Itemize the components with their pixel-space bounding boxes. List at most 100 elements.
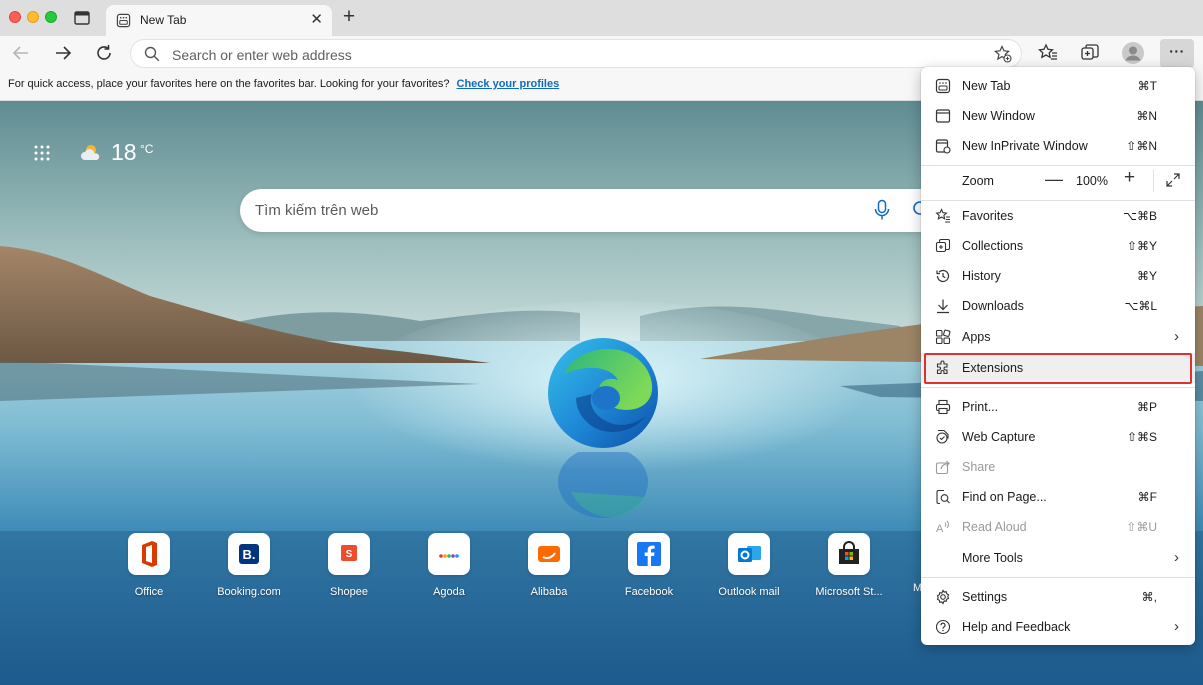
menu-item-label: Collections	[962, 239, 1024, 253]
maximize-window-button[interactable]	[45, 11, 57, 23]
svg-text:B.: B.	[243, 547, 256, 562]
back-arrow-icon[interactable]	[10, 42, 32, 64]
find-on-page-icon	[936, 489, 950, 505]
menu-item-label: Find on Page...	[962, 490, 1047, 504]
menu-item-label: Apps	[962, 330, 991, 344]
read-aloud-icon: A	[936, 520, 949, 535]
download-icon	[937, 299, 949, 314]
inprivate-window-icon	[935, 139, 951, 154]
menu-item-read-aloud[interactable]: A Read Aloud ⇧⌘U	[921, 512, 1195, 542]
favorites-icon[interactable]	[1037, 42, 1059, 64]
menu-item-label: New InPrivate Window	[962, 139, 1088, 153]
menu-item-more-tools[interactable]: More Tools ›	[921, 543, 1195, 573]
menu-item-label: Settings	[962, 590, 1008, 604]
menu-item-new-inprivate-window[interactable]: New InPrivate Window ⇧⌘N	[921, 131, 1195, 161]
apps-launcher-icon[interactable]	[33, 144, 51, 162]
close-window-button[interactable]	[9, 11, 21, 23]
refresh-icon[interactable]	[93, 42, 115, 64]
shopee-icon: S	[328, 533, 370, 575]
collections-icon[interactable]	[1079, 42, 1101, 64]
menu-separator	[921, 577, 1195, 578]
forward-arrow-icon[interactable]	[52, 42, 74, 64]
share-icon	[935, 460, 950, 475]
search-icon	[144, 46, 160, 62]
new-tab-icon	[935, 78, 951, 94]
zoom-out-button[interactable]: —	[1045, 169, 1063, 190]
menu-item-shortcut: ⌘N	[1136, 109, 1157, 123]
menu-item-help-and-feedback[interactable]: Help and Feedback ›	[921, 612, 1195, 642]
menu-item-label: New Window	[962, 109, 1035, 123]
menu-item-find-on-page[interactable]: Find on Page... ⌘F	[921, 482, 1195, 512]
quick-link-microsoft-store[interactable]: Microsoft St...	[799, 533, 899, 598]
quick-link-office[interactable]: Office	[99, 533, 199, 598]
menu-item-label: Help and Feedback	[962, 620, 1071, 634]
menu-item-collections[interactable]: Collections ⇧⌘Y	[921, 231, 1195, 261]
address-bar[interactable]: Search or enter web address	[130, 39, 1022, 68]
fullscreen-expand-icon[interactable]	[1165, 172, 1181, 188]
print-icon	[935, 399, 951, 415]
profile-avatar-icon[interactable]	[1121, 41, 1145, 65]
web-search-input[interactable]: Tìm kiếm trên web	[255, 202, 378, 219]
menu-item-new-window[interactable]: New Window ⌘N	[921, 101, 1195, 131]
outlook-icon	[728, 533, 770, 575]
quick-link-label: Booking.com	[217, 586, 281, 598]
tab-actions-icon[interactable]	[74, 11, 90, 25]
menu-item-shortcut: ⌥⌘L	[1124, 299, 1157, 313]
quick-link-label: Office	[134, 586, 164, 598]
menu-item-zoom: Zoom — 100% +	[921, 166, 1195, 196]
quick-link-alibaba[interactable]: Alibaba	[499, 533, 599, 598]
extensions-highlight-outline	[924, 353, 1192, 384]
menu-item-settings[interactable]: Settings ⌘,	[921, 582, 1195, 612]
quick-link-outlook[interactable]: Outlook mail	[699, 533, 799, 598]
menu-item-shortcut: ⇧⌘U	[1126, 520, 1157, 534]
address-input[interactable]: Search or enter web address	[172, 47, 352, 63]
quick-link-agoda[interactable]: Agoda	[399, 533, 499, 598]
zoom-in-button[interactable]: +	[1124, 167, 1135, 189]
check-profiles-link[interactable]: Check your profiles	[457, 78, 560, 90]
chevron-right-icon: ›	[1174, 549, 1179, 566]
menu-item-shortcut: ⌘P	[1136, 400, 1157, 414]
weather-temperature[interactable]: 18	[111, 139, 137, 166]
new-tab-button[interactable]: +	[340, 6, 358, 28]
menu-item-print[interactable]: Print... ⌘P	[921, 392, 1195, 422]
menu-item-label: Share	[962, 460, 996, 474]
menu-item-new-tab[interactable]: New Tab ⌘T	[921, 71, 1195, 101]
menu-item-favorites[interactable]: Favorites ⌥⌘B	[921, 201, 1195, 231]
quick-link-label: Facebook	[624, 586, 674, 598]
menu-item-label: Print...	[962, 400, 999, 414]
gear-icon	[936, 589, 950, 605]
tab-strip: New Tab ✕ +	[0, 0, 1203, 36]
quick-link-booking[interactable]: B. Booking.com	[199, 533, 299, 598]
menu-item-shortcut: ⇧⌘N	[1126, 139, 1157, 153]
quick-link-label: Shopee	[330, 586, 368, 598]
partly-cloudy-icon[interactable]	[80, 142, 102, 162]
menu-item-history[interactable]: History ⌘Y	[921, 261, 1195, 291]
quick-link-label: Outlook mail	[718, 586, 780, 598]
new-window-icon	[935, 109, 951, 123]
tab-close-icon[interactable]: ✕	[310, 12, 323, 28]
quick-link-label: Alibaba	[530, 586, 568, 598]
menu-item-apps[interactable]: Apps ›	[921, 322, 1195, 352]
menu-item-label: New Tab	[962, 79, 1011, 93]
alibaba-icon	[528, 533, 570, 575]
quick-link-shopee[interactable]: S Shopee	[299, 533, 399, 598]
chevron-right-icon: ›	[1174, 618, 1179, 635]
menu-item-downloads[interactable]: Downloads ⌥⌘L	[921, 291, 1195, 321]
tab-new-tab[interactable]: New Tab ✕	[106, 5, 332, 36]
microphone-icon[interactable]	[873, 199, 891, 221]
settings-and-more-button[interactable]: ···	[1160, 39, 1194, 68]
favorites-bar-text: For quick access, place your favorites h…	[8, 78, 450, 90]
apps-icon	[935, 329, 951, 345]
minimize-window-button[interactable]	[27, 11, 39, 23]
menu-item-shortcut: ⌘F	[1137, 490, 1157, 504]
quick-link-facebook[interactable]: Facebook	[599, 533, 699, 598]
svg-text:S: S	[346, 549, 353, 560]
office-icon	[128, 533, 170, 575]
menu-item-web-capture[interactable]: Web Capture ⇧⌘S	[921, 422, 1195, 452]
menu-separator	[921, 387, 1195, 388]
menu-item-share[interactable]: Share	[921, 452, 1195, 482]
history-icon	[936, 269, 950, 283]
menu-item-shortcut: ⌘,	[1141, 590, 1157, 604]
web-search-box[interactable]: Tìm kiếm trên web	[240, 189, 960, 232]
add-favorite-icon[interactable]	[994, 45, 1012, 63]
